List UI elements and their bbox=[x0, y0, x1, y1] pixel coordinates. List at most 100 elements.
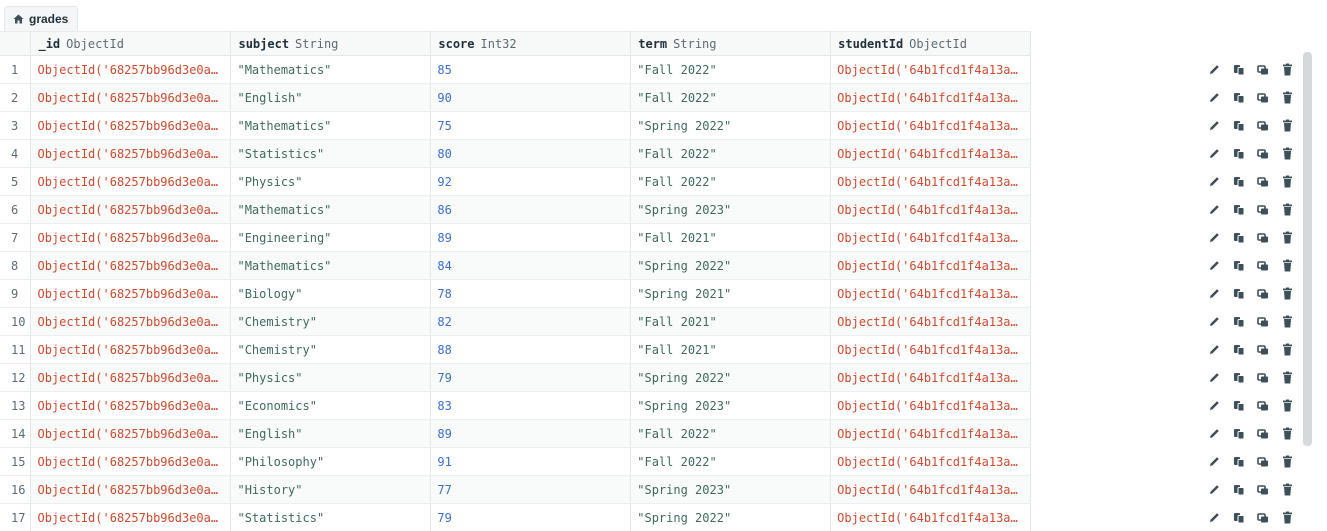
cell-score[interactable]: 79 bbox=[430, 363, 632, 392]
edit-icon[interactable] bbox=[1207, 63, 1224, 77]
clone-icon[interactable] bbox=[1255, 315, 1272, 329]
copy-icon[interactable] bbox=[1231, 259, 1248, 273]
clone-icon[interactable] bbox=[1255, 343, 1272, 357]
delete-icon[interactable] bbox=[1279, 315, 1296, 329]
edit-icon[interactable] bbox=[1207, 259, 1224, 273]
edit-icon[interactable] bbox=[1207, 427, 1224, 441]
cell-id[interactable]: ObjectId('68257bb96d3e0a… bbox=[30, 251, 232, 280]
delete-icon[interactable] bbox=[1279, 175, 1296, 189]
delete-icon[interactable] bbox=[1279, 63, 1296, 77]
copy-icon[interactable] bbox=[1231, 371, 1248, 385]
clone-icon[interactable] bbox=[1255, 147, 1272, 161]
copy-icon[interactable] bbox=[1231, 119, 1248, 133]
cell-id[interactable]: ObjectId('68257bb96d3e0a… bbox=[30, 475, 232, 504]
cell-studentid[interactable]: ObjectId('64b1fcd1f4a13a… bbox=[830, 111, 1032, 140]
delete-icon[interactable] bbox=[1279, 287, 1296, 301]
cell-score[interactable]: 91 bbox=[430, 447, 632, 476]
cell-term[interactable]: "Spring 2021" bbox=[630, 279, 832, 308]
cell-studentid[interactable]: ObjectId('64b1fcd1f4a13a… bbox=[830, 307, 1032, 336]
clone-icon[interactable] bbox=[1255, 483, 1272, 497]
column-header-score[interactable]: score Int32 bbox=[430, 31, 632, 56]
edit-icon[interactable] bbox=[1207, 231, 1224, 245]
cell-subject[interactable]: "Chemistry" bbox=[230, 335, 432, 364]
delete-icon[interactable] bbox=[1279, 427, 1296, 441]
edit-icon[interactable] bbox=[1207, 147, 1224, 161]
cell-score[interactable]: 82 bbox=[430, 307, 632, 336]
cell-score[interactable]: 84 bbox=[430, 251, 632, 280]
delete-icon[interactable] bbox=[1279, 259, 1296, 273]
clone-icon[interactable] bbox=[1255, 231, 1272, 245]
copy-icon[interactable] bbox=[1231, 427, 1248, 441]
cell-subject[interactable]: "Chemistry" bbox=[230, 307, 432, 336]
tab-grades[interactable]: grades bbox=[4, 6, 79, 31]
cell-id[interactable]: ObjectId('68257bb96d3e0a… bbox=[30, 223, 232, 252]
column-header-id[interactable]: _id ObjectId bbox=[30, 31, 232, 56]
cell-id[interactable]: ObjectId('68257bb96d3e0a… bbox=[30, 503, 232, 531]
table-row[interactable]: 9 ObjectId('68257bb96d3e0a… "Biology" 78 "Sp… bbox=[0, 279, 1313, 308]
copy-icon[interactable] bbox=[1231, 483, 1248, 497]
cell-id[interactable]: ObjectId('68257bb96d3e0a… bbox=[30, 363, 232, 392]
cell-id[interactable]: ObjectId('68257bb96d3e0a… bbox=[30, 391, 232, 420]
table-row[interactable]: 4 ObjectId('68257bb96d3e0a… "Statistics" 80… bbox=[0, 139, 1313, 168]
cell-studentid[interactable]: ObjectId('64b1fcd1f4a13a… bbox=[830, 83, 1032, 112]
cell-score[interactable]: 89 bbox=[430, 419, 632, 448]
column-header-studentid[interactable]: studentId ObjectId bbox=[830, 31, 1032, 56]
copy-icon[interactable] bbox=[1231, 203, 1248, 217]
cell-subject[interactable]: "English" bbox=[230, 83, 432, 112]
cell-studentid[interactable]: ObjectId('64b1fcd1f4a13a… bbox=[830, 447, 1032, 476]
delete-icon[interactable] bbox=[1279, 483, 1296, 497]
cell-term[interactable]: "Spring 2022" bbox=[630, 111, 832, 140]
cell-score[interactable]: 92 bbox=[430, 167, 632, 196]
delete-icon[interactable] bbox=[1279, 231, 1296, 245]
clone-icon[interactable] bbox=[1255, 119, 1272, 133]
cell-studentid[interactable]: ObjectId('64b1fcd1f4a13a… bbox=[830, 195, 1032, 224]
delete-icon[interactable] bbox=[1279, 203, 1296, 217]
edit-icon[interactable] bbox=[1207, 315, 1224, 329]
cell-id[interactable]: ObjectId('68257bb96d3e0a… bbox=[30, 307, 232, 336]
table-row[interactable]: 12 ObjectId('68257bb96d3e0a… "Physics" 79 "S… bbox=[0, 363, 1313, 392]
clone-icon[interactable] bbox=[1255, 287, 1272, 301]
cell-term[interactable]: "Spring 2023" bbox=[630, 195, 832, 224]
edit-icon[interactable] bbox=[1207, 371, 1224, 385]
cell-term[interactable]: "Fall 2022" bbox=[630, 83, 832, 112]
cell-studentid[interactable]: ObjectId('64b1fcd1f4a13a… bbox=[830, 419, 1032, 448]
cell-term[interactable]: "Fall 2021" bbox=[630, 223, 832, 252]
column-header-subject[interactable]: subject String bbox=[230, 31, 432, 56]
cell-studentid[interactable]: ObjectId('64b1fcd1f4a13a… bbox=[830, 139, 1032, 168]
cell-term[interactable]: "Fall 2022" bbox=[630, 167, 832, 196]
cell-term[interactable]: "Fall 2022" bbox=[630, 447, 832, 476]
cell-subject[interactable]: "Economics" bbox=[230, 391, 432, 420]
cell-score[interactable]: 86 bbox=[430, 195, 632, 224]
cell-subject[interactable]: "Statistics" bbox=[230, 139, 432, 168]
table-row[interactable]: 6 ObjectId('68257bb96d3e0a… "Mathematics" 8… bbox=[0, 195, 1313, 224]
clone-icon[interactable] bbox=[1255, 455, 1272, 469]
delete-icon[interactable] bbox=[1279, 91, 1296, 105]
cell-studentid[interactable]: ObjectId('64b1fcd1f4a13a… bbox=[830, 363, 1032, 392]
delete-icon[interactable] bbox=[1279, 511, 1296, 525]
cell-term[interactable]: "Spring 2022" bbox=[630, 363, 832, 392]
cell-subject[interactable]: "Biology" bbox=[230, 279, 432, 308]
cell-id[interactable]: ObjectId('68257bb96d3e0a… bbox=[30, 447, 232, 476]
table-row[interactable]: 1 ObjectId('68257bb96d3e0a… "Mathematics" 8… bbox=[0, 55, 1313, 84]
cell-subject[interactable]: "Physics" bbox=[230, 167, 432, 196]
cell-subject[interactable]: "History" bbox=[230, 475, 432, 504]
cell-subject[interactable]: "Mathematics" bbox=[230, 251, 432, 280]
clone-icon[interactable] bbox=[1255, 63, 1272, 77]
copy-icon[interactable] bbox=[1231, 63, 1248, 77]
cell-id[interactable]: ObjectId('68257bb96d3e0a… bbox=[30, 195, 232, 224]
cell-term[interactable]: "Fall 2021" bbox=[630, 307, 832, 336]
copy-icon[interactable] bbox=[1231, 287, 1248, 301]
edit-icon[interactable] bbox=[1207, 399, 1224, 413]
cell-studentid[interactable]: ObjectId('64b1fcd1f4a13a… bbox=[830, 223, 1032, 252]
edit-icon[interactable] bbox=[1207, 483, 1224, 497]
table-row[interactable]: 17 ObjectId('68257bb96d3e0a… "Statistics" 7… bbox=[0, 503, 1313, 531]
cell-term[interactable]: "Fall 2022" bbox=[630, 139, 832, 168]
delete-icon[interactable] bbox=[1279, 343, 1296, 357]
cell-id[interactable]: ObjectId('68257bb96d3e0a… bbox=[30, 83, 232, 112]
cell-studentid[interactable]: ObjectId('64b1fcd1f4a13a… bbox=[830, 167, 1032, 196]
cell-studentid[interactable]: ObjectId('64b1fcd1f4a13a… bbox=[830, 335, 1032, 364]
delete-icon[interactable] bbox=[1279, 119, 1296, 133]
cell-studentid[interactable]: ObjectId('64b1fcd1f4a13a… bbox=[830, 475, 1032, 504]
cell-id[interactable]: ObjectId('68257bb96d3e0a… bbox=[30, 55, 232, 84]
table-row[interactable]: 7 ObjectId('68257bb96d3e0a… "Engineering" 8… bbox=[0, 223, 1313, 252]
